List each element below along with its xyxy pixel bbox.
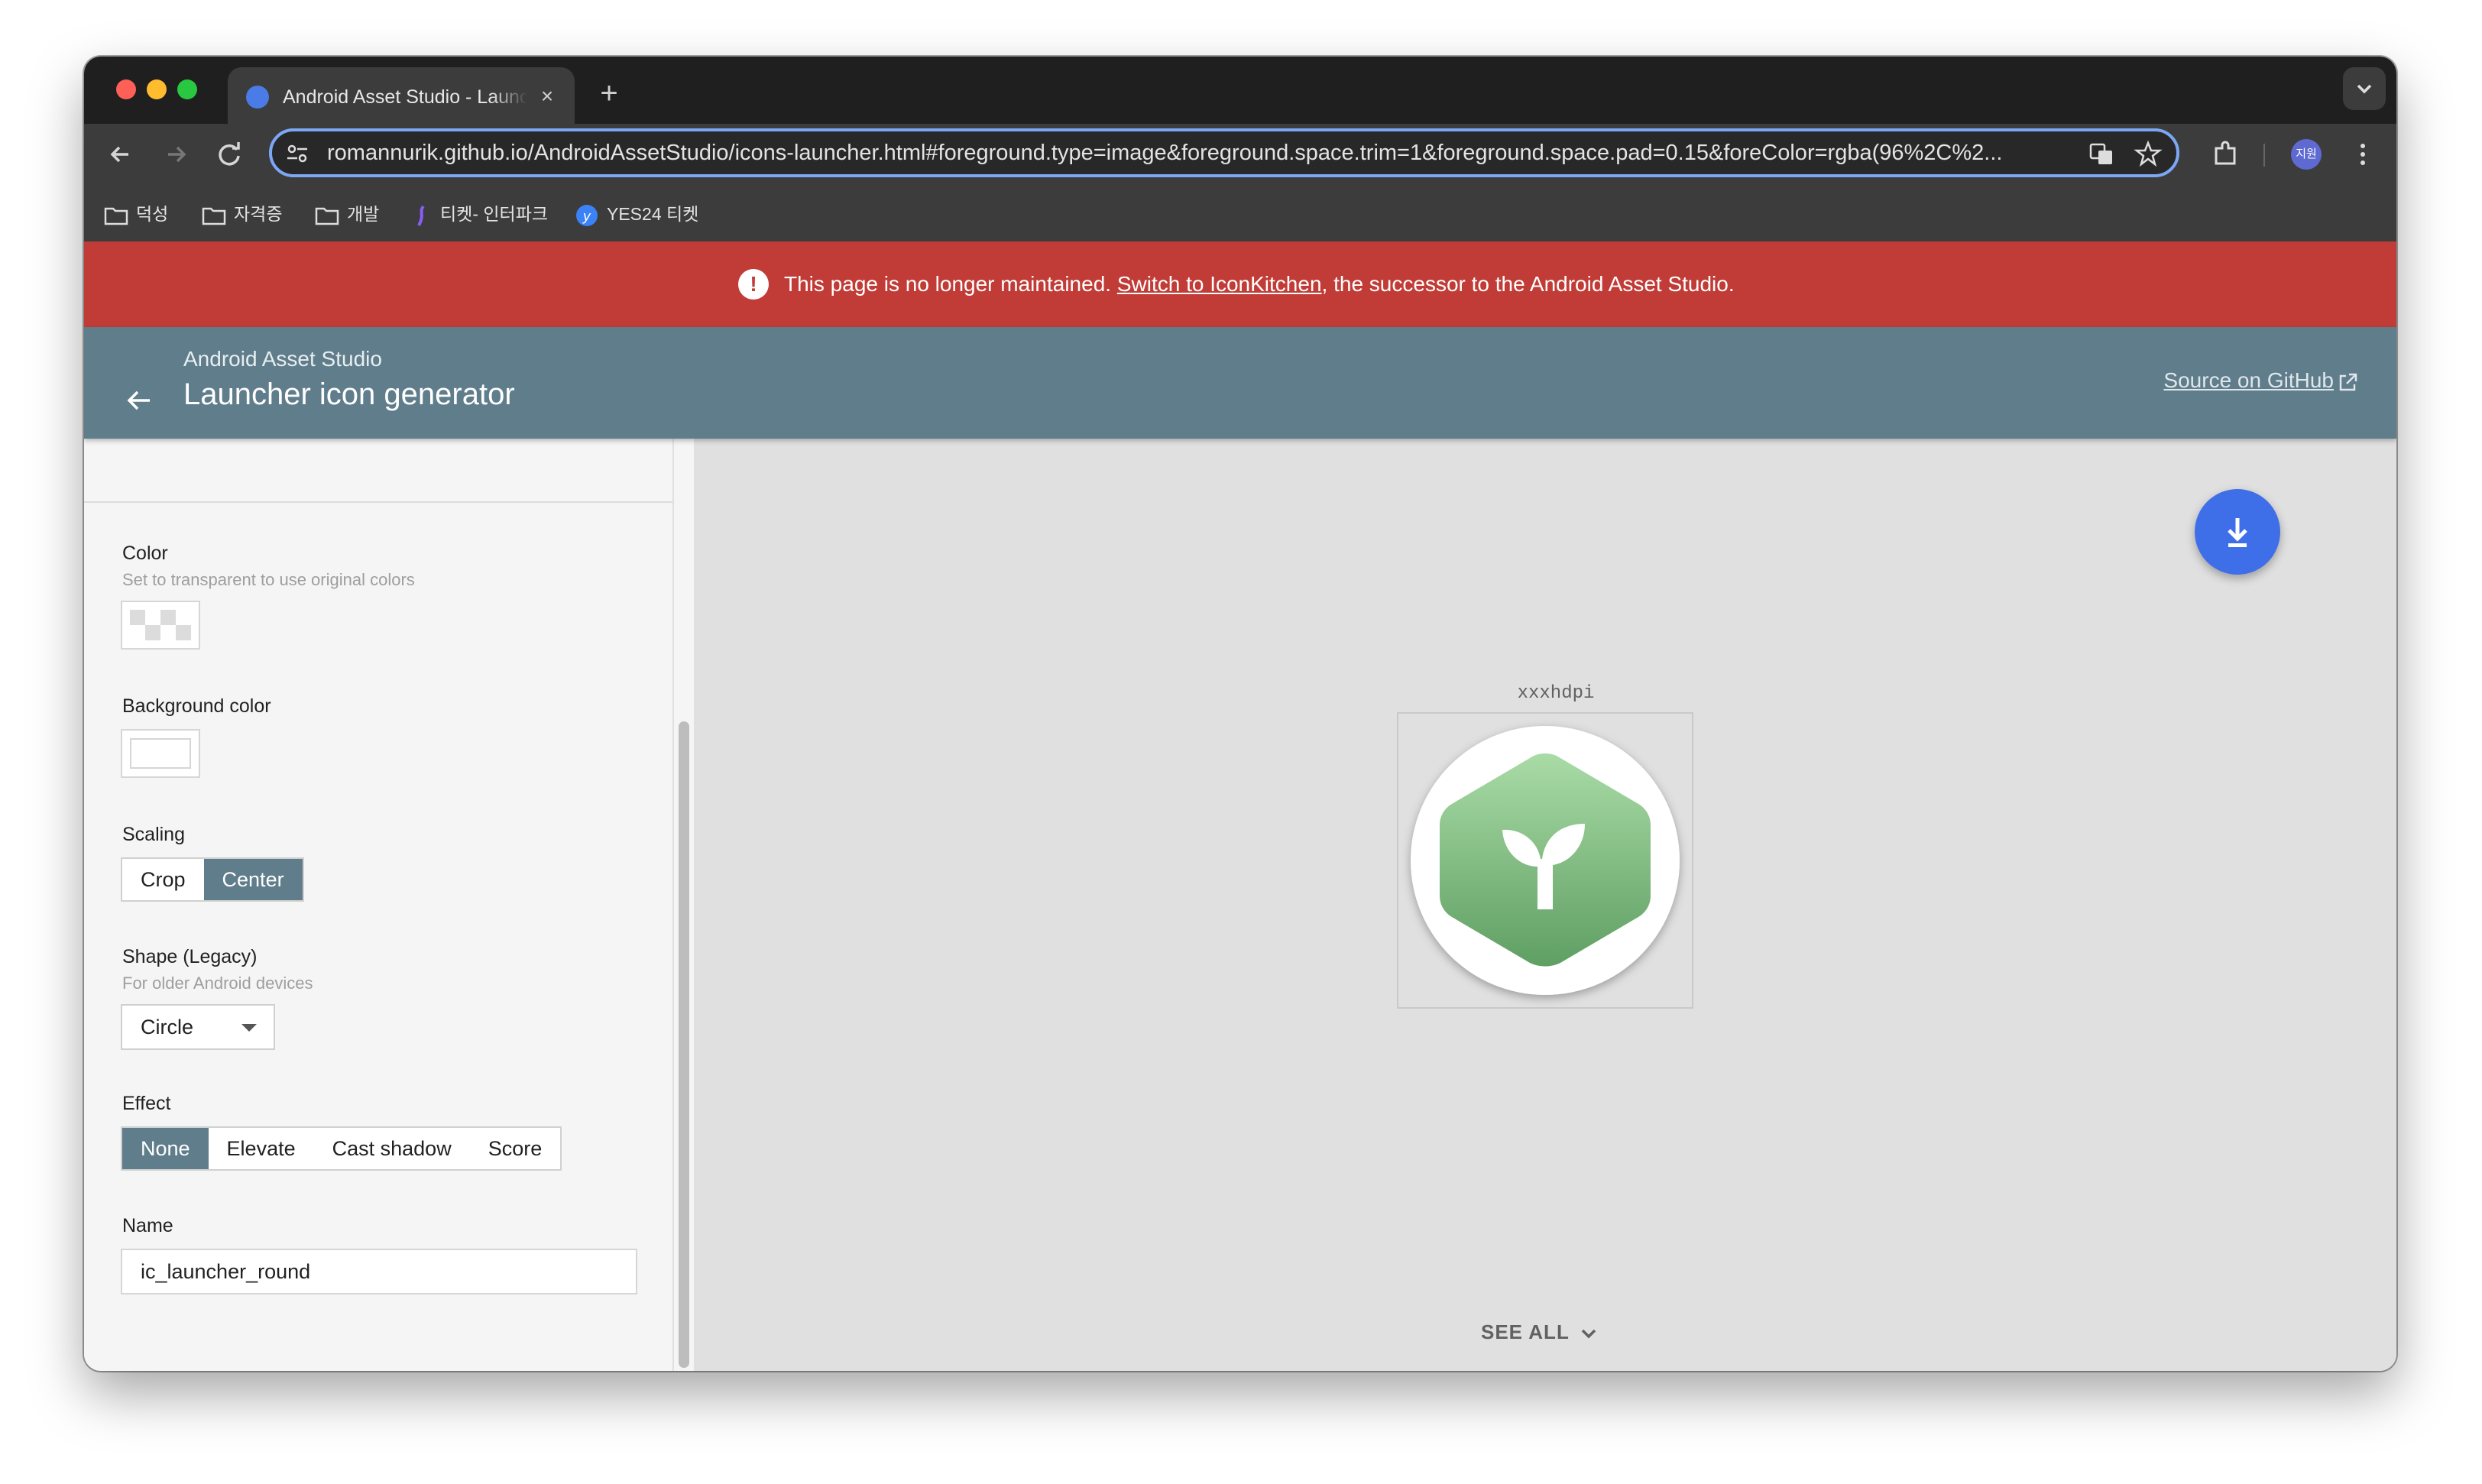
translate-icon[interactable]: [2088, 141, 2115, 168]
chevron-down-icon: [2357, 84, 2372, 94]
app-header: Android Asset Studio Launcher icon gener…: [84, 327, 2396, 439]
background-color-label: Background color: [122, 695, 271, 717]
maximize-window-button[interactable]: [177, 79, 197, 99]
deprecation-banner: ! This page is no longer maintained. Swi…: [84, 241, 2396, 327]
bookmark-yes24[interactable]: y YES24 티켓: [575, 200, 698, 228]
bookmark-star-icon[interactable]: [2134, 139, 2163, 168]
scaling-toggle-group: Crop Center: [121, 857, 304, 902]
arrow-right-icon: [168, 146, 186, 163]
iconkitchen-link[interactable]: Switch to IconKitchen: [1117, 272, 1322, 296]
toolbar-divider: [2263, 144, 2265, 167]
minimize-window-button[interactable]: [147, 79, 167, 99]
source-link-label: Source on GitHub: [2163, 368, 2334, 392]
panel-scrollbar-thumb[interactable]: [679, 721, 689, 1368]
banner-message: This page is no longer maintained. Switc…: [784, 241, 1735, 327]
panel-divider: [84, 501, 672, 503]
tab-close-icon[interactable]: ×: [533, 83, 561, 110]
folder-icon: [315, 207, 339, 225]
profile-avatar[interactable]: 지원: [2291, 139, 2322, 170]
bookmark-label: 개발: [347, 204, 380, 224]
banner-text-after: , the successor to the Android Asset Stu…: [1321, 272, 1735, 296]
folder-icon: [202, 207, 226, 225]
color-help: Set to transparent to use original color…: [122, 570, 415, 589]
name-field[interactable]: [121, 1249, 637, 1294]
background-color-swatch[interactable]: [121, 729, 200, 778]
tab-android-asset-studio[interactable]: Android Asset Studio - Launcher icon gen…: [228, 67, 575, 124]
url-text: romannurik.github.io/AndroidAssetStudio/…: [327, 141, 2003, 165]
back-button[interactable]: [101, 134, 141, 174]
preview-area: xxxhdpi SEE ALL: [694, 439, 2396, 1371]
bookmark-folder-1[interactable]: 덕성: [104, 200, 168, 228]
favicon-icon: [246, 86, 269, 109]
back-arrow-icon[interactable]: [122, 384, 156, 417]
name-label: Name: [122, 1215, 173, 1236]
extensions-icon[interactable]: [2208, 138, 2242, 171]
bookmark-folder-2[interactable]: 자격증: [202, 200, 282, 228]
scaling-label: Scaling: [122, 824, 185, 845]
download-icon: [2228, 518, 2247, 547]
see-all-label: SEE ALL: [1481, 1320, 1570, 1343]
effect-elevate-button[interactable]: Elevate: [209, 1128, 314, 1169]
close-window-button[interactable]: [116, 79, 136, 99]
folder-icon: [104, 207, 128, 225]
yes24-logo-icon: y: [576, 204, 598, 226]
bookmark-folder-3[interactable]: 개발: [315, 200, 379, 228]
svg-text:y: y: [582, 209, 591, 225]
reload-button[interactable]: [209, 134, 249, 174]
effect-label: Effect: [122, 1093, 171, 1114]
scaling-center-button[interactable]: Center: [203, 859, 303, 900]
alert-icon: !: [738, 269, 769, 300]
bookmarks-bar: 덕성 자격증 개발 티켓- 인터파크 y YES24 티켓: [84, 186, 2396, 241]
transparent-checker-icon: [130, 610, 191, 640]
effect-cast-shadow-button[interactable]: Cast shadow: [314, 1128, 470, 1169]
bookmark-label: 덕성: [136, 204, 169, 224]
bookmark-interpark[interactable]: 티켓- 인터파크: [413, 200, 548, 228]
new-tab-button[interactable]: +: [591, 76, 627, 112]
density-label: xxxhdpi: [1517, 683, 1595, 704]
bookmark-label: YES24 티켓: [607, 204, 699, 224]
bookmark-label: 자격증: [234, 204, 283, 224]
browser-toolbar: romannurik.github.io/AndroidAssetStudio/…: [84, 124, 2396, 186]
shape-select[interactable]: Circle: [121, 1004, 275, 1050]
see-all-button[interactable]: SEE ALL: [1481, 1320, 1599, 1344]
chevron-down-icon: [1581, 1329, 1596, 1339]
tab-search-button[interactable]: [2343, 67, 2386, 110]
site-settings-icon[interactable]: [284, 141, 310, 167]
more-vert-icon[interactable]: [2346, 138, 2380, 171]
source-github-link[interactable]: Source on GitHub: [2163, 368, 2358, 393]
download-button[interactable]: [2195, 489, 2280, 575]
effect-score-button[interactable]: Score: [470, 1128, 561, 1169]
name-input[interactable]: [122, 1250, 636, 1293]
effect-none-button[interactable]: None: [122, 1128, 209, 1169]
forward-button[interactable]: [156, 134, 196, 174]
color-label: Color: [122, 543, 168, 564]
scaling-crop-button[interactable]: Crop: [122, 859, 204, 900]
shape-select-value: Circle: [141, 1016, 194, 1038]
banner-text-before: This page is no longer maintained.: [784, 272, 1112, 296]
effect-toggle-group: None Elevate Cast shadow Score: [121, 1126, 562, 1171]
background-color-sample: [130, 738, 191, 769]
options-panel: Color Set to transparent to use original…: [84, 439, 672, 1371]
color-swatch[interactable]: [121, 601, 200, 650]
shape-help: For older Android devices: [122, 974, 313, 993]
external-link-icon: [2339, 373, 2357, 390]
tab-title: Android Asset Studio - Launcher icon gen…: [283, 86, 527, 108]
bookmark-label: 티켓- 인터파크: [440, 204, 549, 224]
address-bar[interactable]: romannurik.github.io/AndroidAssetStudio/…: [269, 128, 2179, 177]
tab-strip: Android Asset Studio - Launcher icon gen…: [84, 57, 2396, 124]
reload-icon: [219, 142, 240, 166]
arrow-left-icon: [110, 146, 128, 163]
shape-label: Shape (Legacy): [122, 946, 258, 967]
launcher-icon-preview: [1411, 726, 1680, 995]
page-title: Launcher icon generator: [183, 377, 515, 411]
dropdown-caret-icon: [241, 1024, 257, 1032]
browser-window: Android Asset Studio - Launcher icon gen…: [84, 57, 2396, 1371]
interpark-logo-icon: [417, 205, 425, 226]
icon-preview-frame: [1397, 712, 1693, 1009]
app-subtitle: Android Asset Studio: [183, 347, 382, 371]
